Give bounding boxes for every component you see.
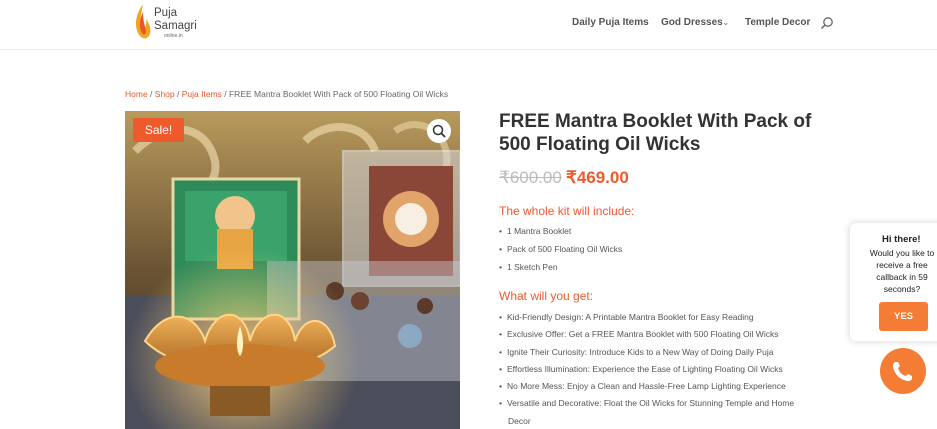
- nav-daily-puja-items[interactable]: Daily Puja Items: [572, 17, 649, 28]
- benefit-list-item: No More Mess: Enjoy a Clean and Hassle-F…: [499, 381, 786, 391]
- benefit-list-item: Exclusive Offer: Get a FREE Mantra Bookl…: [499, 329, 778, 339]
- sale-price: ₹469.00: [566, 168, 629, 187]
- product-photo-illustration: [125, 111, 460, 429]
- breadcrumb-shop[interactable]: Shop: [155, 89, 175, 99]
- call-button[interactable]: [880, 348, 926, 394]
- kit-heading: The whole kit will include:: [499, 204, 635, 218]
- nav-god-dresses[interactable]: God Dresses: [661, 17, 723, 28]
- callback-heading: Hi there!: [882, 234, 921, 245]
- zoom-button[interactable]: [427, 119, 451, 143]
- kit-list-item: Pack of 500 Floating Oil Wicks: [499, 244, 622, 254]
- benefit-list-item-continued: Decor: [508, 416, 531, 426]
- breadcrumb-separator: /: [174, 89, 182, 99]
- benefit-list-item: Effortless Illumination: Experience the …: [499, 364, 783, 374]
- benefit-list-item: Ignite Their Curiosity: Introduce Kids t…: [499, 347, 773, 357]
- breadcrumb-current: FREE Mantra Booklet With Pack of 500 Flo…: [228, 89, 449, 99]
- breadcrumb-separator: /: [147, 89, 155, 99]
- sale-badge: Sale!: [133, 118, 184, 142]
- breadcrumb-category[interactable]: Puja Items: [182, 89, 222, 99]
- benefits-heading: What will you get:: [499, 289, 594, 303]
- logo-text-samagri: Samagri: [154, 20, 197, 32]
- callback-yes-button[interactable]: YES: [879, 302, 928, 331]
- benefit-list-item: Versatile and Decorative: Float the Oil …: [499, 398, 794, 408]
- breadcrumb: Home / Shop / Puja Items / FREE Mantra B…: [125, 89, 448, 99]
- chevron-down-icon[interactable]: ⌄: [722, 17, 730, 28]
- callback-text: Would you like to receive a free callbac…: [869, 248, 935, 294]
- phone-icon: [893, 362, 912, 381]
- regular-price: ₹600.00: [499, 168, 562, 187]
- kit-list-item: 1 Sketch Pen: [499, 262, 558, 272]
- kit-list-item: 1 Mantra Booklet: [499, 226, 571, 236]
- logo-text-puja: Puja: [154, 7, 178, 19]
- flame-logo-icon: [135, 4, 151, 39]
- breadcrumb-home[interactable]: Home: [125, 89, 148, 99]
- search-icon[interactable]: [820, 16, 834, 30]
- product-title: FREE Mantra Booklet With Pack of 500 Flo…: [499, 111, 812, 155]
- site-logo[interactable]: Puja Samagri online.in: [132, 2, 212, 44]
- product-image[interactable]: [125, 111, 460, 429]
- nav-temple-decor[interactable]: Temple Decor: [745, 17, 810, 28]
- benefit-list-item: Kid-Friendly Design: A Printable Mantra …: [499, 312, 754, 322]
- logo-text-domain: online.in: [164, 33, 183, 39]
- zoom-icon: [432, 124, 446, 138]
- breadcrumb-separator: /: [221, 89, 229, 99]
